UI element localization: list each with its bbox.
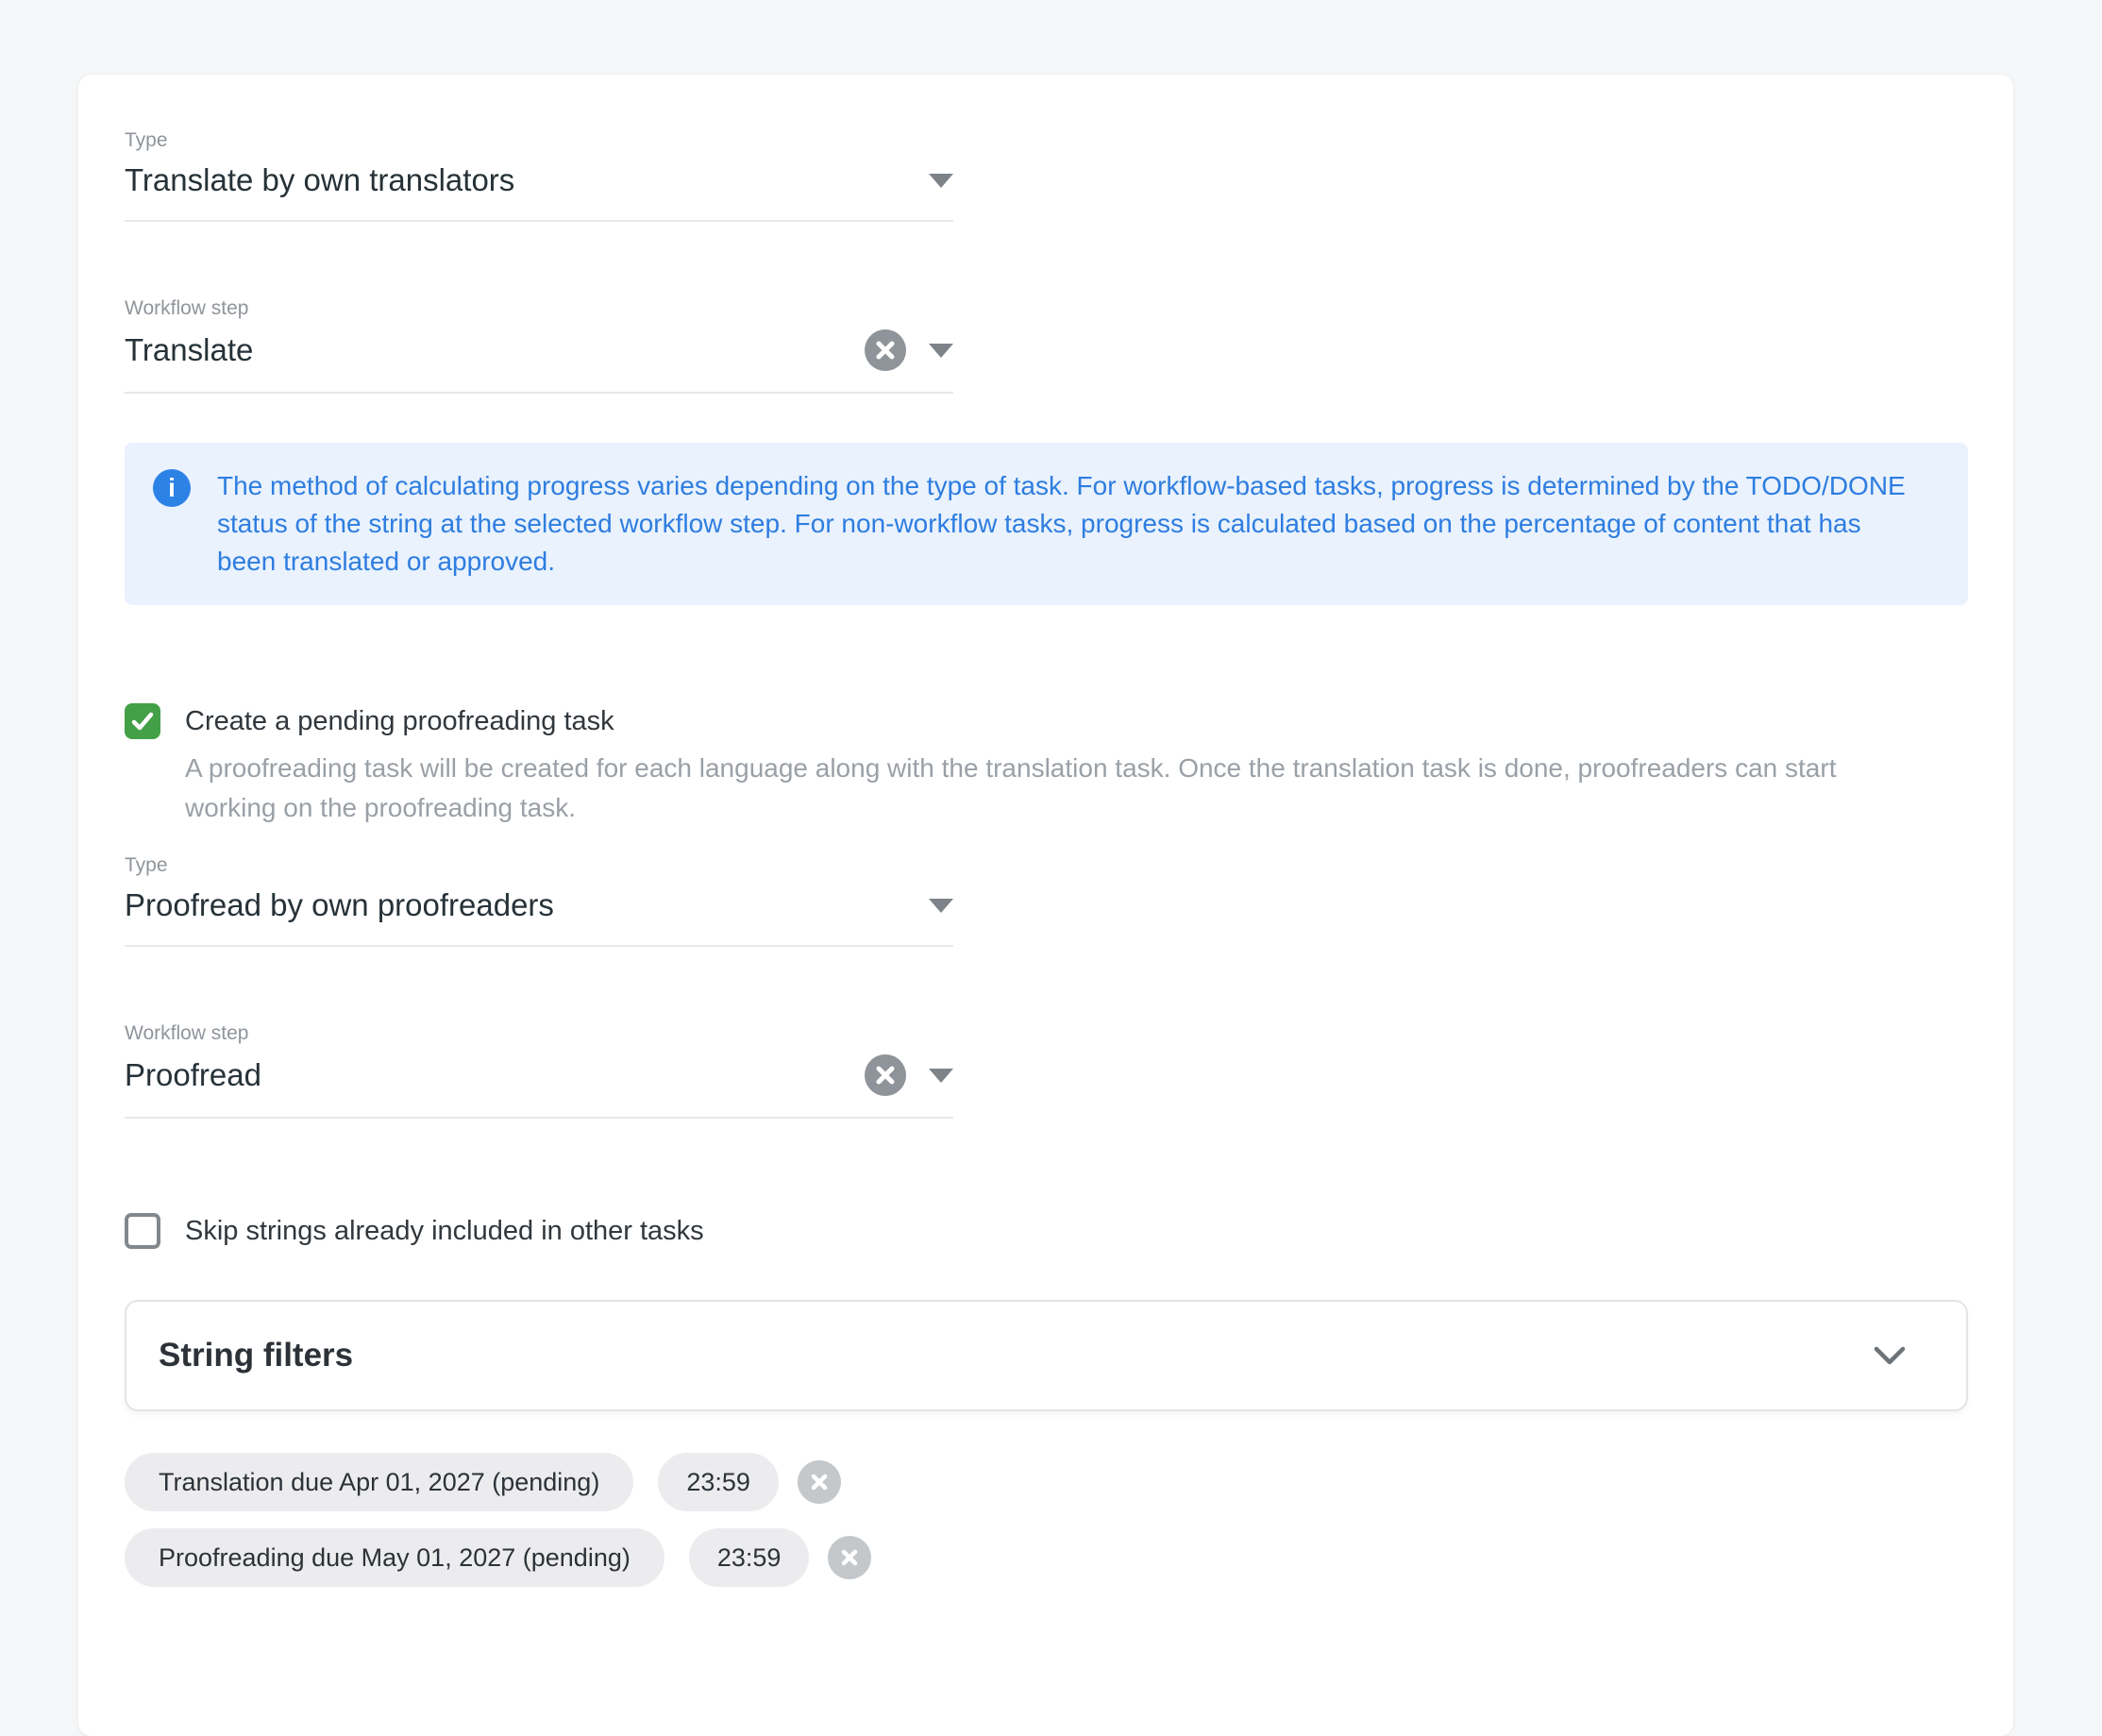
translation-type-field: Type Translate by own translators (125, 129, 953, 222)
progress-info-note: i The method of calculating progress var… (125, 443, 1968, 605)
remove-proofreading-deadline-icon[interactable] (828, 1536, 871, 1579)
translation-deadline-time-chip[interactable]: 23:59 (658, 1453, 779, 1511)
proofreading-deadline-time-chip[interactable]: 23:59 (689, 1528, 810, 1587)
chevron-down-icon[interactable] (929, 1069, 953, 1083)
translation-type-select[interactable]: Translate by own translators (125, 161, 953, 222)
proofreading-workflow-label: Workflow step (125, 1022, 953, 1045)
proofreading-type-label: Type (125, 854, 953, 877)
translation-type-value: Translate by own translators (125, 161, 929, 199)
remove-translation-deadline-icon[interactable] (798, 1460, 841, 1504)
proofreading-type-select[interactable]: Proofread by own proofreaders (125, 886, 953, 947)
chevron-down-icon[interactable] (929, 899, 953, 913)
clear-icon[interactable] (865, 329, 906, 371)
translation-deadline-chip[interactable]: Translation due Apr 01, 2027 (pending) (125, 1453, 633, 1511)
translation-deadline-row: Translation due Apr 01, 2027 (pending) 2… (125, 1453, 1968, 1511)
create-proofreading-label[interactable]: Create a pending proofreading task (185, 703, 614, 739)
task-settings-card: Type Translate by own translators Workfl… (78, 75, 2013, 1736)
create-proofreading-description: A proofreading task will be created for … (185, 749, 1884, 828)
translation-type-label: Type (125, 129, 953, 152)
create-proofreading-row: Create a pending proofreading task (125, 703, 1968, 739)
skip-strings-checkbox[interactable] (125, 1213, 160, 1249)
create-proofreading-checkbox[interactable] (125, 703, 160, 739)
info-icon: i (153, 469, 191, 507)
string-filters-title: String filters (159, 1337, 353, 1374)
proofreading-deadline-chip[interactable]: Proofreading due May 01, 2027 (pending) (125, 1528, 664, 1587)
skip-strings-label[interactable]: Skip strings already included in other t… (185, 1213, 704, 1249)
deadline-chips: Translation due Apr 01, 2027 (pending) 2… (125, 1453, 1968, 1587)
chevron-down-icon[interactable] (929, 344, 953, 358)
skip-strings-row: Skip strings already included in other t… (125, 1213, 1968, 1249)
chevron-down-icon[interactable] (929, 174, 953, 188)
info-note-text: The method of calculating progress varie… (217, 467, 1916, 581)
translation-workflow-select[interactable]: Translate (125, 329, 953, 394)
translation-workflow-field: Workflow step Translate (125, 297, 953, 394)
proofreading-type-field: Type Proofread by own proofreaders (125, 854, 953, 947)
proofreading-type-value: Proofread by own proofreaders (125, 886, 929, 924)
clear-icon[interactable] (865, 1054, 906, 1096)
proofreading-workflow-field: Workflow step Proofread (125, 1022, 953, 1119)
proofreading-workflow-select[interactable]: Proofread (125, 1054, 953, 1119)
translation-workflow-value: Translate (125, 331, 865, 369)
chevron-down-icon[interactable] (1872, 1344, 1908, 1367)
string-filters-panel[interactable]: String filters (125, 1300, 1968, 1411)
card-content: Type Translate by own translators Workfl… (78, 75, 2013, 1587)
translation-workflow-label: Workflow step (125, 297, 953, 320)
proofreading-deadline-row: Proofreading due May 01, 2027 (pending) … (125, 1528, 1968, 1587)
proofreading-workflow-value: Proofread (125, 1056, 865, 1094)
